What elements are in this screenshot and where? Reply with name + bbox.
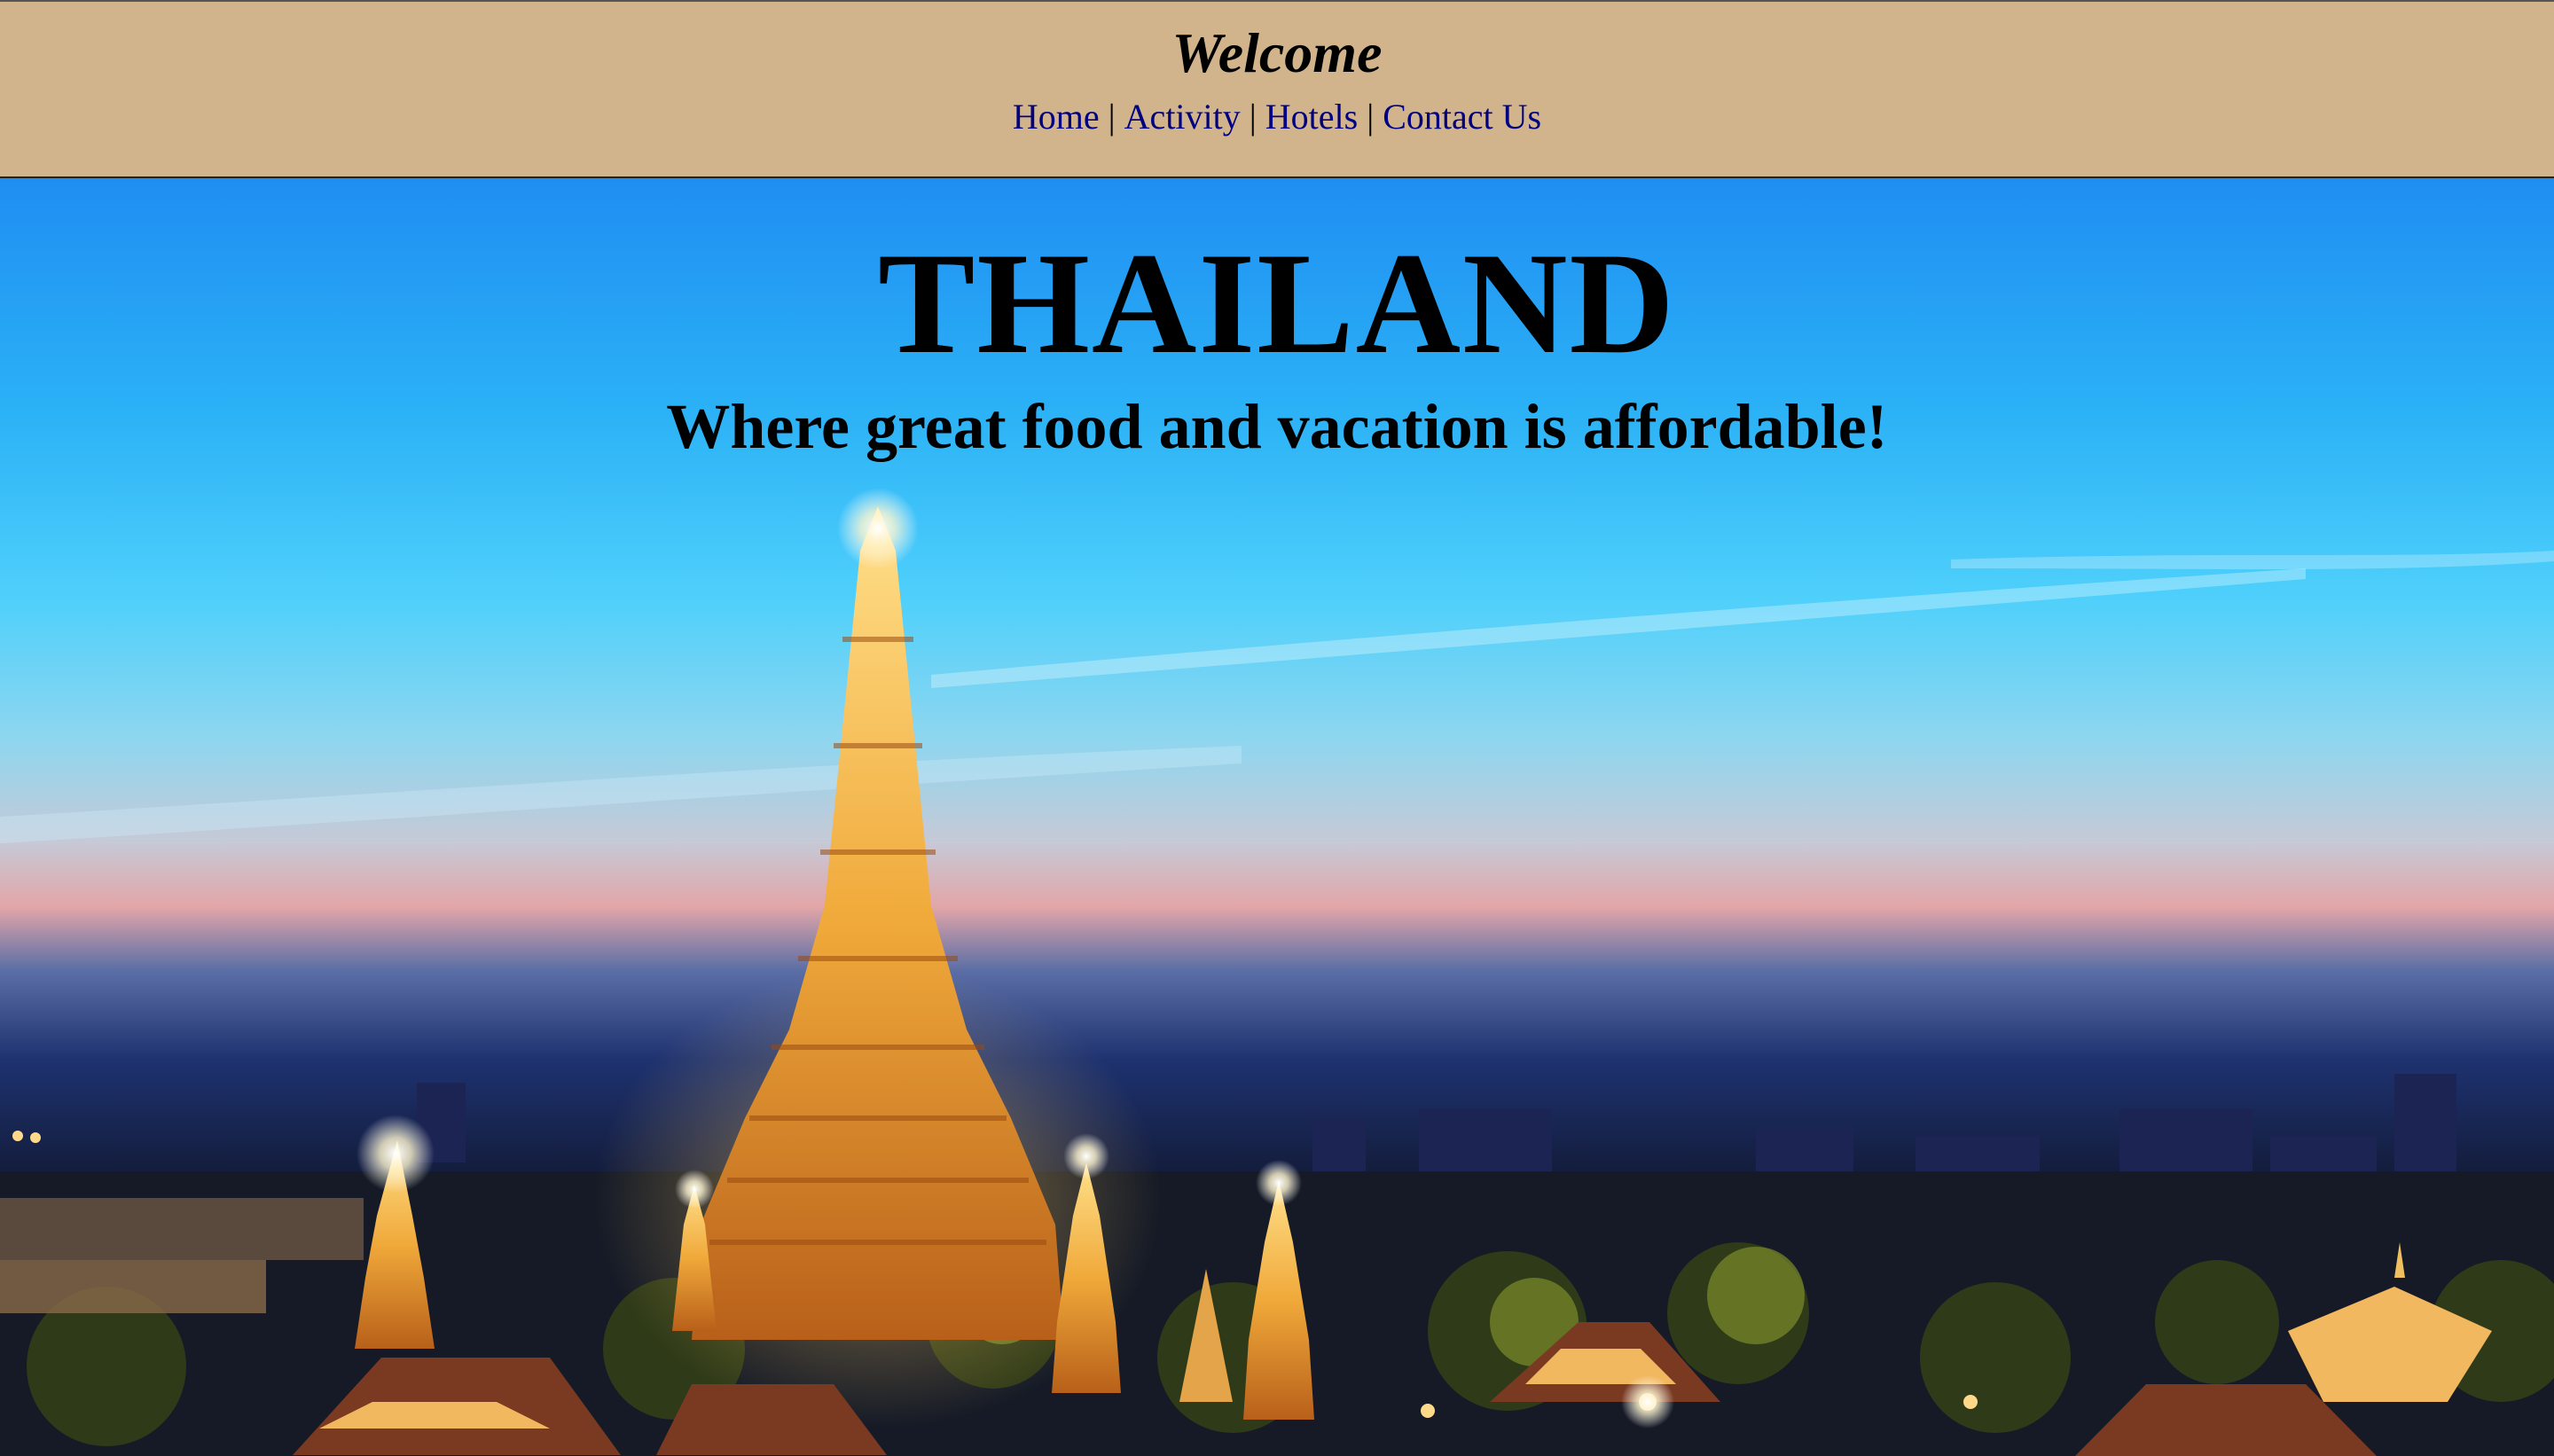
header-bar: Welcome Home | Activity | Hotels | Contact Us — [0, 0, 2554, 178]
nav-separator: | — [1367, 97, 1375, 137]
hero-subtitle: Where great food and vacation is afforda… — [666, 391, 1888, 462]
nav-link-hotels[interactable]: Hotels — [1265, 97, 1358, 137]
hero-section: THAILAND Where great food and vacation i… — [0, 178, 2554, 1456]
nav-separator: | — [1108, 97, 1116, 137]
nav-link-home[interactable]: Home — [1013, 97, 1100, 137]
welcome-heading: Welcome — [1171, 21, 1383, 84]
hero-title: THAILAND — [878, 223, 1676, 384]
nav-link-contact-us[interactable]: Contact Us — [1383, 97, 1541, 137]
nav-separator: | — [1249, 97, 1257, 137]
nav-link-activity[interactable]: Activity — [1124, 97, 1241, 137]
main-nav: Home | Activity | Hotels | Contact Us — [0, 94, 2554, 140]
